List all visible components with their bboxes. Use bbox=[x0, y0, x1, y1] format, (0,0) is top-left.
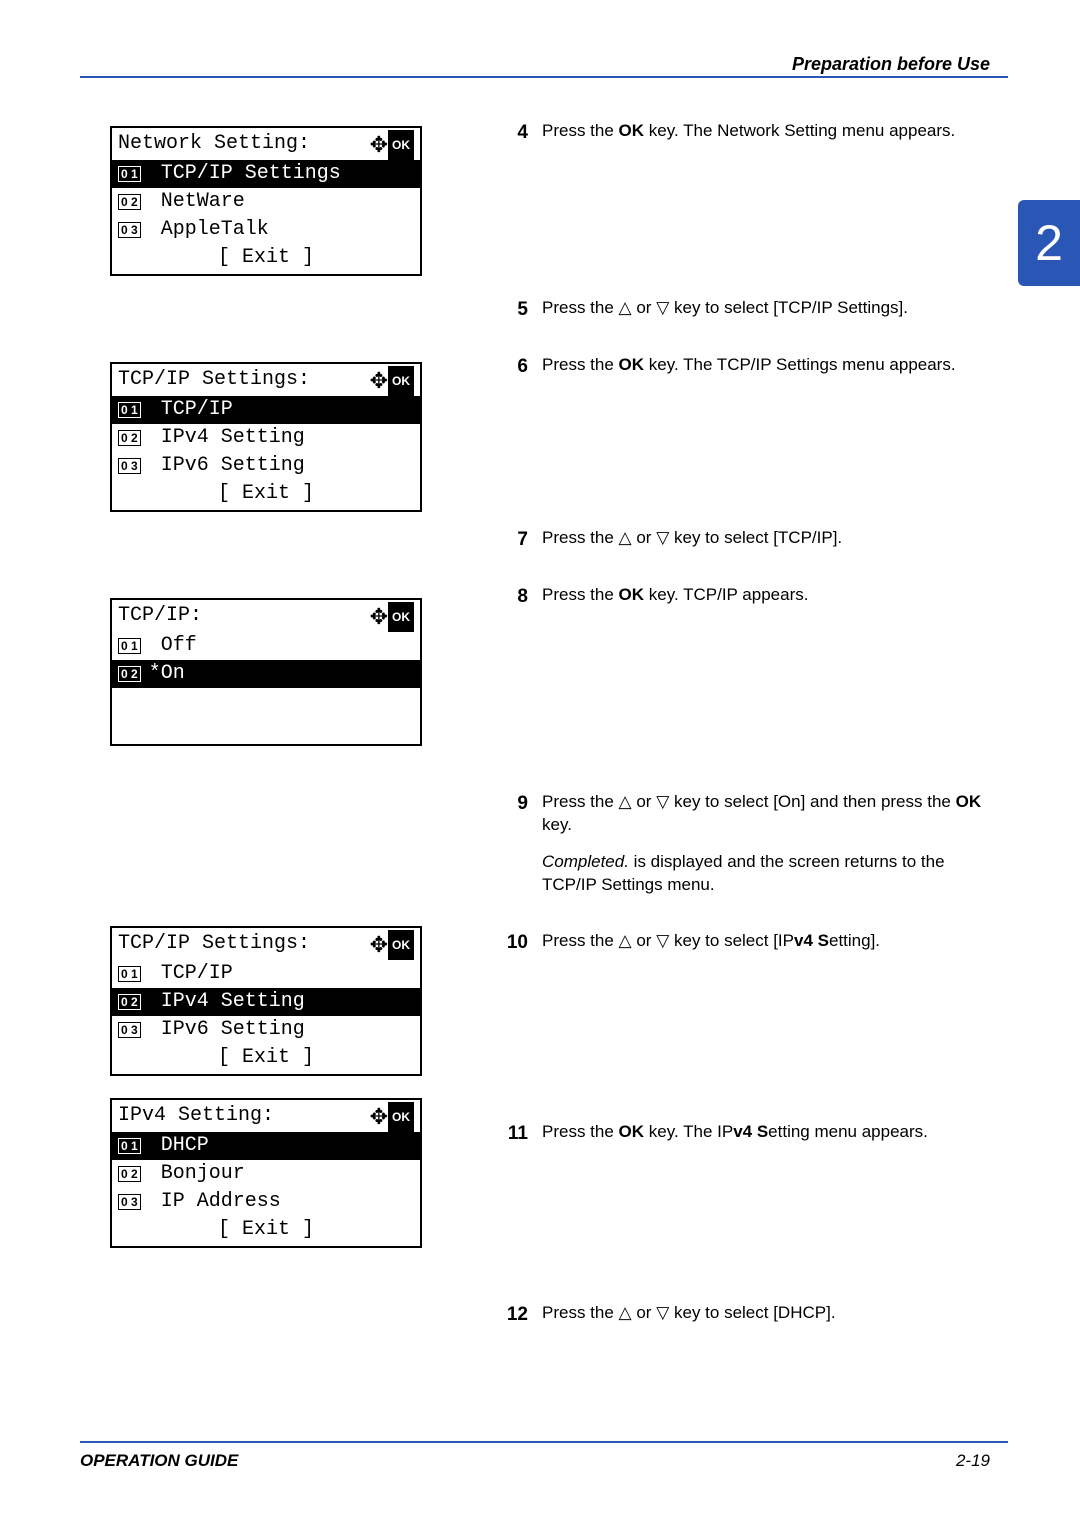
lcd-title: TCP/IP Settings: bbox=[118, 930, 310, 960]
up-triangle-icon: △ bbox=[619, 1303, 632, 1322]
step-8: 8 Press the OK key. TCP/IP appears. bbox=[504, 584, 990, 621]
menu-item: 0 2 IPv4 Setting bbox=[112, 988, 420, 1016]
menu-item: 0 1 TCP/IP bbox=[112, 960, 420, 988]
footer-right: 2-19 bbox=[956, 1451, 990, 1471]
left-column: Network Setting: ✥OK 0 1 TCP/IP Settings… bbox=[110, 120, 470, 1359]
down-triangle-icon: ▽ bbox=[656, 298, 669, 317]
softkey-exit: [ Exit ] bbox=[112, 1216, 420, 1246]
menu-item: 0 1 Off bbox=[112, 632, 420, 660]
lcd-title: TCP/IP: bbox=[118, 602, 202, 632]
lcd-title: TCP/IP Settings: bbox=[118, 366, 310, 396]
lcd-tcpip-settings-2: TCP/IP Settings: ✥OK 0 1 TCP/IP 0 2 IPv4… bbox=[110, 926, 422, 1076]
manual-page: Preparation before Use 2 Network Setting… bbox=[0, 0, 1080, 1527]
step-11: 11 Press the OK key. The IPv4 Setting me… bbox=[504, 1121, 990, 1158]
step-4: 4 Press the OK key. The Network Setting … bbox=[504, 120, 990, 157]
softkey-exit: [ Exit ] bbox=[112, 480, 420, 510]
up-triangle-icon: △ bbox=[619, 528, 632, 547]
up-triangle-icon: △ bbox=[619, 792, 632, 811]
menu-item: 0 1 TCP/IP bbox=[112, 396, 420, 424]
lcd-tcpip-settings: TCP/IP Settings: ✥OK 0 1 TCP/IP 0 2 IPv4… bbox=[110, 362, 422, 512]
bottom-rule bbox=[80, 1441, 1008, 1443]
lcd-ipv4-setting: IPv4 Setting: ✥OK 0 1 DHCP 0 2 Bonjour 0… bbox=[110, 1098, 422, 1248]
nav-ok-icon: ✥OK bbox=[370, 366, 414, 396]
menu-item: 0 3 IPv6 Setting bbox=[112, 1016, 420, 1044]
content-columns: Network Setting: ✥OK 0 1 TCP/IP Settings… bbox=[110, 120, 990, 1359]
menu-item: 0 2 IPv4 Setting bbox=[112, 424, 420, 452]
lcd-tcpip-onoff: TCP/IP: ✥OK 0 1 Off 0 2*On bbox=[110, 598, 422, 746]
menu-item: 0 1 DHCP bbox=[112, 1132, 420, 1160]
menu-item: 0 3 IPv6 Setting bbox=[112, 452, 420, 480]
nav-ok-icon: ✥OK bbox=[370, 602, 414, 632]
nav-ok-icon: ✥OK bbox=[370, 1102, 414, 1132]
menu-item: 0 2 NetWare bbox=[112, 188, 420, 216]
menu-item: 0 1 TCP/IP Settings bbox=[112, 160, 420, 188]
lcd-title: Network Setting: bbox=[118, 130, 310, 160]
step-12: 12 Press the △ or ▽ key to select [DHCP]… bbox=[504, 1302, 990, 1339]
footer-left: OPERATION GUIDE bbox=[80, 1451, 238, 1471]
softkey-exit: [ Exit ] bbox=[112, 1044, 420, 1074]
chapter-badge: 2 bbox=[1018, 200, 1080, 286]
step-6: 6 Press the OK key. The TCP/IP Settings … bbox=[504, 354, 990, 391]
lcd-title: IPv4 Setting: bbox=[118, 1102, 274, 1132]
down-triangle-icon: ▽ bbox=[656, 931, 669, 950]
step-7: 7 Press the △ or ▽ key to select [TCP/IP… bbox=[504, 527, 990, 564]
up-triangle-icon: △ bbox=[619, 298, 632, 317]
up-triangle-icon: △ bbox=[619, 931, 632, 950]
step-10: 10 Press the △ or ▽ key to select [IPv4 … bbox=[504, 930, 990, 967]
lcd-network-setting: Network Setting: ✥OK 0 1 TCP/IP Settings… bbox=[110, 126, 422, 276]
menu-item: 0 2*On bbox=[112, 660, 420, 688]
page-header: Preparation before Use bbox=[792, 54, 990, 75]
nav-ok-icon: ✥OK bbox=[370, 930, 414, 960]
right-column: 4 Press the OK key. The Network Setting … bbox=[504, 120, 990, 1359]
down-triangle-icon: ▽ bbox=[656, 1303, 669, 1322]
menu-item: 0 3 IP Address bbox=[112, 1188, 420, 1216]
menu-item: 0 2 Bonjour bbox=[112, 1160, 420, 1188]
step-5: 5 Press the △ or ▽ key to select [TCP/IP… bbox=[504, 297, 990, 334]
down-triangle-icon: ▽ bbox=[656, 528, 669, 547]
down-triangle-icon: ▽ bbox=[656, 792, 669, 811]
menu-item: 0 3 AppleTalk bbox=[112, 216, 420, 244]
softkey-exit: [ Exit ] bbox=[112, 244, 420, 274]
nav-ok-icon: ✥OK bbox=[370, 130, 414, 160]
top-rule bbox=[80, 76, 1008, 78]
step-9: 9 Press the △ or ▽ key to select [On] an… bbox=[504, 791, 990, 911]
